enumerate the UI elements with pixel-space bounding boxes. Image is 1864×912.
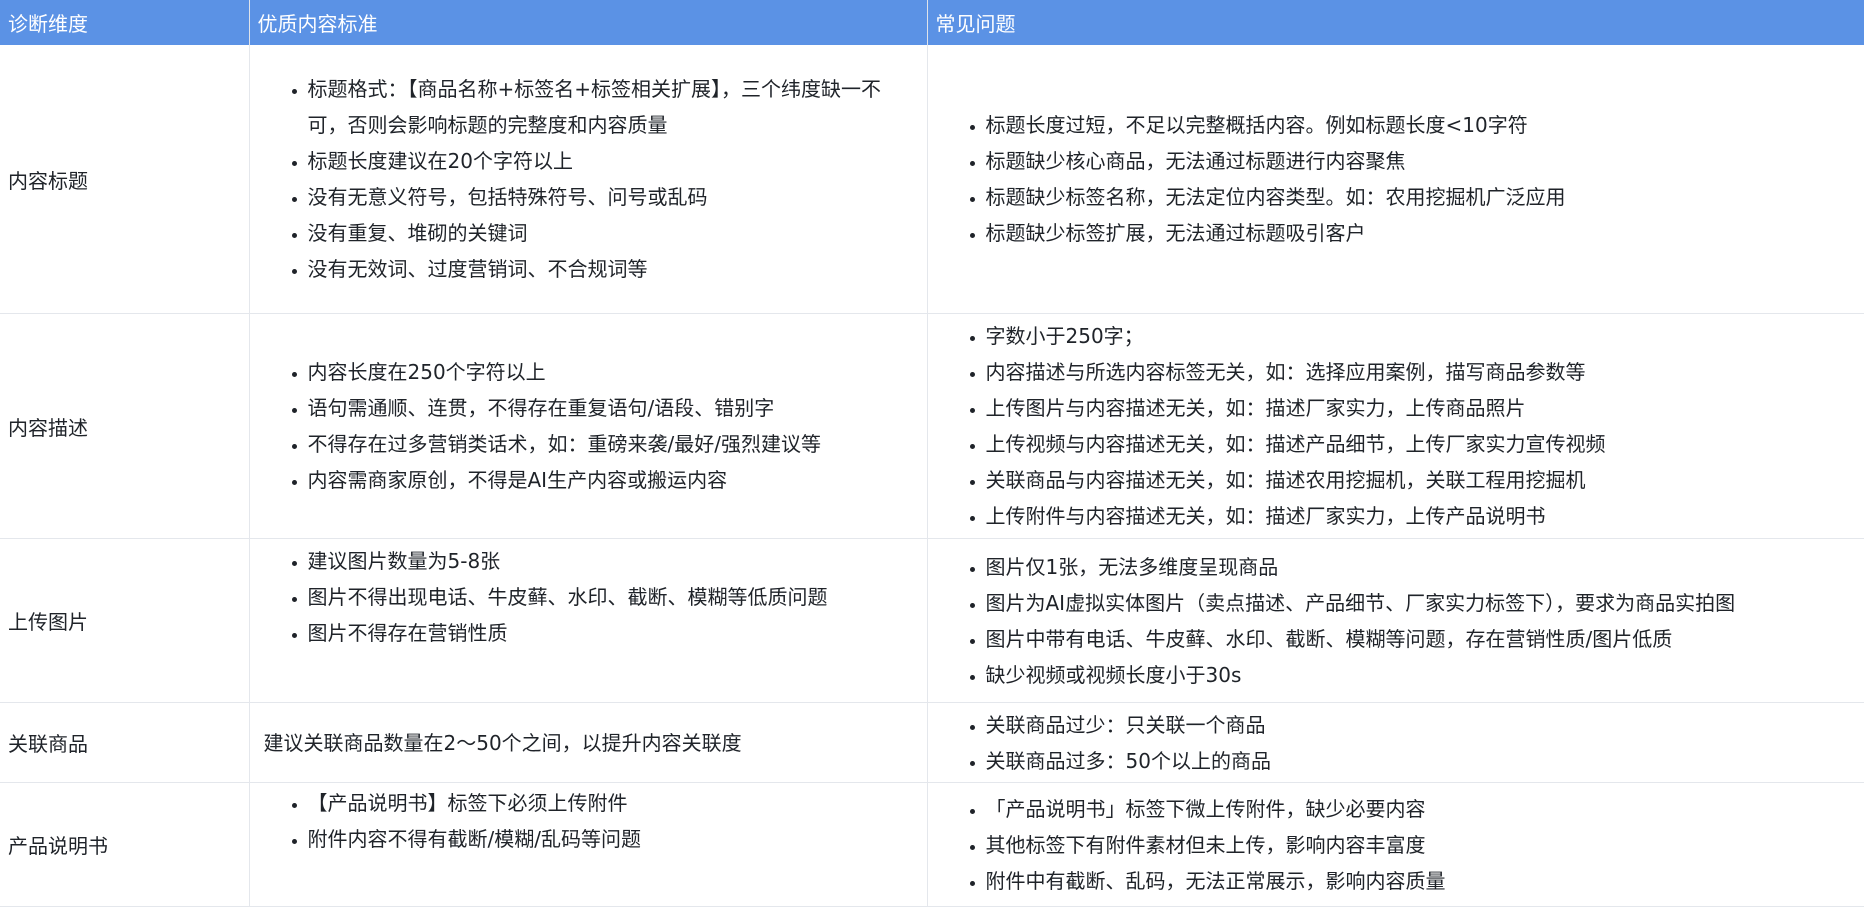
issues-cell: 「产品说明书」标签下微上传附件，缺少必要内容 其他标签下有附件素材但未上传，影响…	[927, 782, 1864, 907]
list-item: 其他标签下有附件素材但未上传，影响内容丰富度	[986, 827, 1850, 863]
list-item: 上传附件与内容描述无关，如：描述厂家实力，上传产品说明书	[986, 498, 1850, 534]
list-item: 内容描述与所选内容标签无关，如：选择应用案例，描写商品参数等	[986, 354, 1850, 390]
table-row: 关联商品 建议关联商品数量在2～50个之间，以提升内容关联度 关联商品过少：只关…	[0, 702, 1864, 783]
list-item: 内容长度在250个字符以上	[308, 354, 913, 390]
standard-cell: 建议图片数量为5-8张 图片不得出现电话、牛皮藓、水印、截断、模糊等低质问题 图…	[249, 538, 928, 703]
standard-cell: 建议关联商品数量在2～50个之间，以提升内容关联度	[249, 702, 928, 783]
list-item: 关联商品与内容描述无关，如：描述农用挖掘机，关联工程用挖掘机	[986, 462, 1850, 498]
standard-cell: 【产品说明书】标签下必须上传附件 附件内容不得有截断/模糊/乱码等问题	[249, 782, 928, 907]
issues-cell: 关联商品过少：只关联一个商品 关联商品过多：50个以上的商品	[927, 702, 1864, 783]
table-row: 上传图片 建议图片数量为5-8张 图片不得出现电话、牛皮藓、水印、截断、模糊等低…	[0, 538, 1864, 703]
issues-list: 字数小于250字； 内容描述与所选内容标签无关，如：选择应用案例，描写商品参数等…	[942, 318, 1850, 534]
list-item: 【产品说明书】标签下必须上传附件	[308, 785, 913, 821]
list-item: 图片中带有电话、牛皮藓、水印、截断、模糊等问题，存在营销性质/图片低质	[986, 621, 1850, 657]
list-item: 标题长度建议在20个字符以上	[308, 143, 913, 179]
standard-list: 建议图片数量为5-8张 图片不得出现电话、牛皮藓、水印、截断、模糊等低质问题 图…	[264, 543, 913, 651]
list-item: 不得存在过多营销类话术，如：重磅来袭/最好/强烈建议等	[308, 426, 913, 462]
dimension-cell: 关联商品	[0, 702, 250, 783]
table-row: 产品说明书 【产品说明书】标签下必须上传附件 附件内容不得有截断/模糊/乱码等问…	[0, 782, 1864, 907]
list-item: 上传图片与内容描述无关，如：描述厂家实力，上传商品照片	[986, 390, 1850, 426]
list-item: 没有重复、堆砌的关键词	[308, 215, 913, 251]
list-item: 图片不得存在营销性质	[308, 615, 913, 651]
list-item: 关联商品过多：50个以上的商品	[986, 743, 1850, 779]
list-item: 建议图片数量为5-8张	[308, 543, 913, 579]
list-item: 缺少视频或视频长度小于30s	[986, 657, 1850, 693]
list-item: 附件中有截断、乱码，无法正常展示，影响内容质量	[986, 863, 1850, 899]
list-item: 标题格式：【商品名称+标签名+标签相关扩展】，三个纬度缺一不可，否则会影响标题的…	[308, 71, 913, 143]
list-item: 标题缺少标签扩展，无法通过标题吸引客户	[986, 215, 1850, 251]
content-diagnosis-table: 诊断维度 优质内容标准 常见问题 内容标题 标题格式：【商品名称+标签名+标签相…	[0, 0, 1864, 907]
dimension-cell: 内容标题	[0, 45, 250, 314]
table-header-row: 诊断维度 优质内容标准 常见问题	[0, 0, 1864, 45]
issues-list: 关联商品过少：只关联一个商品 关联商品过多：50个以上的商品	[942, 707, 1850, 779]
header-issues: 常见问题	[927, 0, 1864, 45]
list-item: 没有无意义符号，包括特殊符号、问号或乱码	[308, 179, 913, 215]
list-item: 没有无效词、过度营销词、不合规词等	[308, 251, 913, 287]
issues-cell: 字数小于250字； 内容描述与所选内容标签无关，如：选择应用案例，描写商品参数等…	[927, 313, 1864, 539]
list-item: 上传视频与内容描述无关，如：描述产品细节，上传厂家实力宣传视频	[986, 426, 1850, 462]
issues-cell: 图片仅1张，无法多维度呈现商品 图片为AI虚拟实体图片（卖点描述、产品细节、厂家…	[927, 538, 1864, 703]
list-item: 标题长度过短，不足以完整概括内容。例如标题长度<10字符	[986, 107, 1850, 143]
table-row: 内容描述 内容长度在250个字符以上 语句需通顺、连贯，不得存在重复语句/语段、…	[0, 313, 1864, 539]
issues-list: 图片仅1张，无法多维度呈现商品 图片为AI虚拟实体图片（卖点描述、产品细节、厂家…	[942, 549, 1850, 693]
list-item: 标题缺少核心商品，无法通过标题进行内容聚焦	[986, 143, 1850, 179]
standard-list: 【产品说明书】标签下必须上传附件 附件内容不得有截断/模糊/乱码等问题	[264, 785, 913, 857]
dimension-cell: 上传图片	[0, 538, 250, 703]
standard-cell: 标题格式：【商品名称+标签名+标签相关扩展】，三个纬度缺一不可，否则会影响标题的…	[249, 45, 928, 314]
list-item: 图片为AI虚拟实体图片（卖点描述、产品细节、厂家实力标签下），要求为商品实拍图	[986, 585, 1850, 621]
list-item: 「产品说明书」标签下微上传附件，缺少必要内容	[986, 791, 1850, 827]
standard-cell: 内容长度在250个字符以上 语句需通顺、连贯，不得存在重复语句/语段、错别字 不…	[249, 313, 928, 539]
dimension-cell: 产品说明书	[0, 782, 250, 907]
standard-list: 内容长度在250个字符以上 语句需通顺、连贯，不得存在重复语句/语段、错别字 不…	[264, 354, 913, 498]
list-item: 内容需商家原创，不得是AI生产内容或搬运内容	[308, 462, 913, 498]
list-item: 字数小于250字；	[986, 318, 1850, 354]
list-item: 语句需通顺、连贯，不得存在重复语句/语段、错别字	[308, 390, 913, 426]
list-item: 图片仅1张，无法多维度呈现商品	[986, 549, 1850, 585]
issues-list: 「产品说明书」标签下微上传附件，缺少必要内容 其他标签下有附件素材但未上传，影响…	[942, 791, 1850, 899]
dimension-cell: 内容描述	[0, 313, 250, 539]
standard-list: 标题格式：【商品名称+标签名+标签相关扩展】，三个纬度缺一不可，否则会影响标题的…	[264, 71, 913, 287]
list-item: 附件内容不得有截断/模糊/乱码等问题	[308, 821, 913, 857]
issues-list: 标题长度过短，不足以完整概括内容。例如标题长度<10字符 标题缺少核心商品，无法…	[942, 107, 1850, 251]
list-item: 标题缺少标签名称，无法定位内容类型。如：农用挖掘机广泛应用	[986, 179, 1850, 215]
header-dimension: 诊断维度	[0, 0, 250, 45]
list-item: 关联商品过少：只关联一个商品	[986, 707, 1850, 743]
list-item: 图片不得出现电话、牛皮藓、水印、截断、模糊等低质问题	[308, 579, 913, 615]
issues-cell: 标题长度过短，不足以完整概括内容。例如标题长度<10字符 标题缺少核心商品，无法…	[927, 45, 1864, 314]
header-standard: 优质内容标准	[249, 0, 928, 45]
table-row: 内容标题 标题格式：【商品名称+标签名+标签相关扩展】，三个纬度缺一不可，否则会…	[0, 45, 1864, 314]
